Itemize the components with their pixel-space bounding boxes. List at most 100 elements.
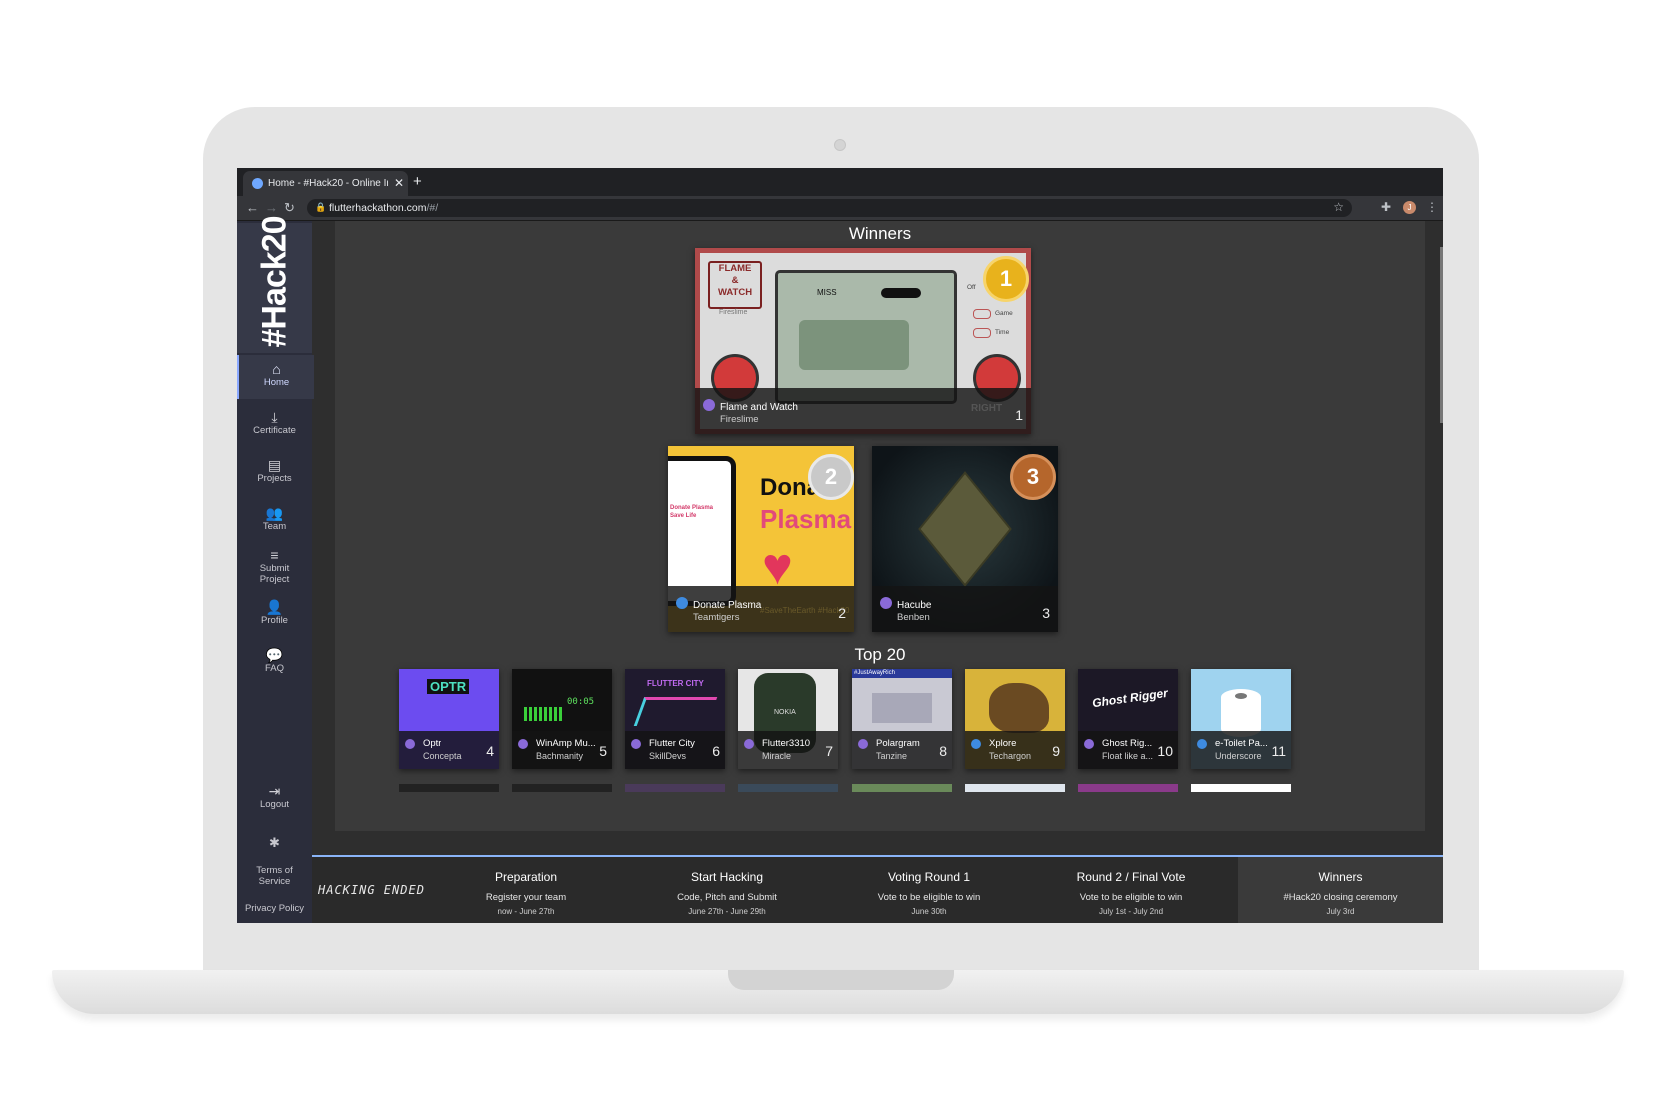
sidebar-item-profile[interactable]: 👤 Profile bbox=[237, 593, 312, 637]
sidebar-item-faq[interactable]: 💬 FAQ bbox=[237, 641, 312, 685]
fw-off: Off bbox=[967, 284, 976, 291]
project-card[interactable]: 00:05 WinAmp Mu... Bachmanity 5 bbox=[512, 669, 612, 769]
sidebar-item-label: Certificate bbox=[253, 425, 296, 436]
reload-icon[interactable]: ↻ bbox=[284, 200, 295, 216]
equalizer-bars bbox=[524, 707, 564, 721]
project-name: Optr bbox=[423, 738, 442, 749]
laptop-screen: Home - #Hack20 - Online Inter ✕ + ← → ↻ … bbox=[237, 168, 1443, 923]
globe-icon bbox=[971, 739, 981, 749]
project-card-peek[interactable] bbox=[512, 784, 612, 792]
project-card[interactable]: e-Toilet Pa... Underscore 11 bbox=[1191, 669, 1291, 769]
menu-kebab-icon[interactable]: ⋮ bbox=[1426, 200, 1438, 214]
project-card[interactable]: FLUTTER CITY Flutter City SkillDevs 6 bbox=[625, 669, 725, 769]
sidebar-item-label: Projects bbox=[257, 473, 292, 484]
hack20-logo[interactable]: #Hack20 bbox=[237, 216, 312, 353]
project-card-peek[interactable] bbox=[399, 784, 499, 792]
winner-card-1[interactable]: FLAME & WATCH Fireslime MISS Off Game Ti… bbox=[695, 248, 1031, 434]
step-date: June 27th - June 29th bbox=[688, 907, 766, 916]
winner-card-2[interactable]: Donate Plasma Save Life Donate Plasma ♥ … bbox=[668, 446, 854, 632]
card-art-label: FLUTTER CITY bbox=[647, 679, 704, 688]
globe-icon bbox=[676, 597, 688, 609]
rank-number: 11 bbox=[1271, 743, 1286, 759]
rank-number: 7 bbox=[825, 743, 833, 759]
project-name: WinAmp Mu... bbox=[536, 738, 596, 749]
sidebar-item-label: Profile bbox=[261, 615, 288, 626]
profile-avatar[interactable]: J bbox=[1403, 201, 1416, 214]
team-name: Fireslime bbox=[720, 414, 759, 425]
new-tab-button[interactable]: + bbox=[413, 173, 422, 190]
camera bbox=[834, 139, 846, 151]
card-overlay bbox=[512, 731, 612, 769]
logout-icon: ⇥ bbox=[268, 783, 281, 799]
project-card-peek[interactable] bbox=[625, 784, 725, 792]
cube-image bbox=[920, 474, 1010, 584]
project-card-peek[interactable] bbox=[1191, 784, 1291, 792]
rank-number: 5 bbox=[599, 743, 607, 759]
logout-button[interactable]: ⇥ Logout bbox=[237, 777, 312, 821]
profile-icon: 👤 bbox=[265, 599, 284, 615]
team-icon: 👥 bbox=[265, 505, 284, 521]
fw-game-toggle bbox=[973, 309, 991, 319]
card-art-label: Ghost Rigger bbox=[1091, 685, 1169, 711]
rank-number: 10 bbox=[1157, 743, 1173, 759]
timeline-step-start-hacking[interactable]: Start Hacking Code, Pitch and Submit Jun… bbox=[633, 857, 821, 923]
project-card[interactable]: #JustAwayRich Polargram Tanzine 8 bbox=[852, 669, 952, 769]
sidebar-item-home[interactable]: ⌂ Home bbox=[237, 355, 314, 399]
terms-link[interactable]: Terms of Service bbox=[237, 865, 312, 887]
team-name: Teamtigers bbox=[693, 612, 740, 623]
sidebar-item-submit-project[interactable]: ≡ Submit Project bbox=[237, 541, 312, 591]
privacy-link[interactable]: Privacy Policy bbox=[237, 903, 312, 914]
project-card-peek[interactable] bbox=[852, 784, 952, 792]
team-name: Float like a... bbox=[1102, 751, 1154, 761]
fw-right-label: RIGHT bbox=[971, 403, 1003, 414]
forward-icon[interactable]: → bbox=[265, 200, 278, 215]
project-card[interactable]: Xplore Techargon 9 bbox=[965, 669, 1065, 769]
project-card-peek[interactable] bbox=[965, 784, 1065, 792]
fw-scene bbox=[799, 320, 909, 370]
top20-title: Top 20 bbox=[854, 645, 906, 664]
project-card[interactable]: Ghost Rigger Ghost Rig... Float like a..… bbox=[1078, 669, 1178, 769]
url-path: /#/ bbox=[426, 202, 439, 214]
fw-logo-line: & bbox=[731, 275, 739, 286]
project-card[interactable]: OPTR Optr Concepta 4 bbox=[399, 669, 499, 769]
project-card-peek[interactable] bbox=[1078, 784, 1178, 792]
sidebar: #Hack20 ⌂ Home ⤓ Certificate ▤ Projects … bbox=[237, 216, 314, 923]
timeline-step-preparation[interactable]: Preparation Register your team now - Jun… bbox=[432, 857, 620, 923]
globe-icon bbox=[1197, 739, 1207, 749]
sidebar-item-team[interactable]: 👥 Team bbox=[237, 499, 312, 543]
timeline-step-final-vote[interactable]: Round 2 / Final Vote Vote to be eligible… bbox=[1037, 857, 1225, 923]
winner-card-3[interactable]: 3 Hacube Benben 3 bbox=[872, 446, 1058, 632]
settings-icon[interactable]: ✱ bbox=[237, 835, 312, 851]
timeline-step-winners[interactable]: Winners #Hack20 closing ceremony July 3r… bbox=[1238, 857, 1443, 923]
timeline-step-voting-round-1[interactable]: Voting Round 1 Vote to be eligible to wi… bbox=[835, 857, 1023, 923]
photo-stack bbox=[872, 693, 932, 723]
sidebar-item-certificate[interactable]: ⤓ Certificate bbox=[237, 403, 312, 447]
close-tab-icon[interactable]: ✕ bbox=[394, 176, 404, 190]
timeline-bar: HACKING ENDED Preparation Register your … bbox=[312, 855, 1443, 923]
silver-medal-icon: 2 bbox=[808, 454, 854, 500]
app-viewport: #Hack20 ⌂ Home ⤓ Certificate ▤ Projects … bbox=[237, 216, 1443, 923]
address-bar[interactable]: 🔒 flutterhackathon.com/#/ ☆ bbox=[307, 199, 1352, 217]
project-name: e-Toilet Pa... bbox=[1215, 738, 1268, 749]
gold-medal-icon: 1 bbox=[983, 256, 1029, 302]
fw-game: Game bbox=[995, 310, 1013, 317]
lock-icon: 🔒 bbox=[315, 202, 327, 212]
phone-mockup bbox=[668, 456, 736, 606]
extensions-icon[interactable]: ✚ bbox=[1381, 200, 1391, 214]
back-icon[interactable]: ← bbox=[246, 200, 259, 215]
rank-number: 4 bbox=[486, 743, 494, 759]
card-overlay bbox=[852, 731, 952, 769]
project-name: Xplore bbox=[989, 738, 1017, 749]
animal-image bbox=[989, 683, 1049, 733]
step-title: Start Hacking bbox=[690, 870, 764, 884]
browser-tab[interactable]: Home - #Hack20 - Online Inter ✕ bbox=[243, 171, 408, 196]
sidebar-item-projects[interactable]: ▤ Projects bbox=[237, 451, 312, 495]
map-lines bbox=[633, 697, 718, 726]
scrollbar-thumb[interactable] bbox=[1440, 247, 1443, 423]
download-icon: ⤓ bbox=[271, 409, 278, 425]
bookmark-star-icon[interactable]: ☆ bbox=[1333, 200, 1344, 214]
fw-sublabel: Fireslime bbox=[719, 309, 748, 316]
project-card-peek[interactable] bbox=[738, 784, 838, 792]
project-card[interactable]: NOKIA Flutter3310 Miracle 7 bbox=[738, 669, 838, 769]
logout-label: Logout bbox=[259, 799, 290, 810]
